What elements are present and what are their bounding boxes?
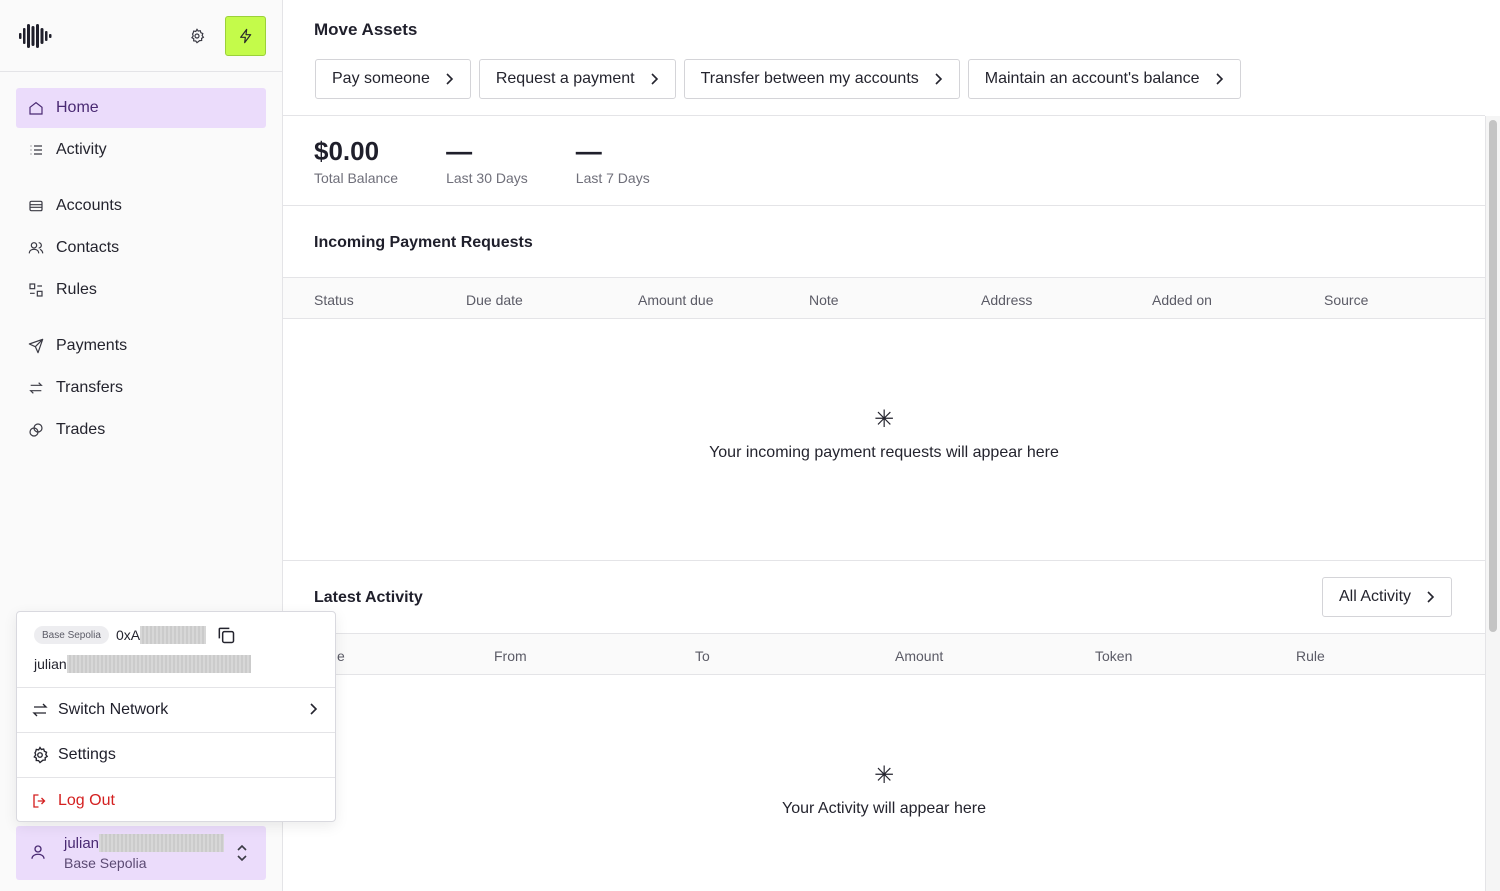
divider (283, 115, 1485, 116)
sidebar-item-accounts[interactable]: Accounts (16, 186, 266, 226)
latest-activity-title: Latest Activity (314, 589, 423, 606)
chevron-up-down-icon (237, 844, 247, 862)
incoming-empty-state: ✳ Your incoming payment requests will ap… (283, 408, 1485, 462)
column-header[interactable]: Due date (466, 292, 523, 308)
logout-item[interactable]: Log Out (17, 778, 335, 823)
redacted-block (66, 655, 251, 673)
scrollbar-thumb[interactable] (1489, 120, 1497, 632)
app-logo-icon[interactable] (18, 24, 54, 48)
column-header[interactable]: Amount due (638, 292, 714, 308)
home-icon (28, 100, 44, 116)
chevron-right-icon (651, 73, 658, 85)
sidebar-item-label: Rules (56, 281, 97, 298)
move-assets-title: Move Assets (314, 20, 418, 39)
network-badge: Base Sepolia (34, 626, 109, 644)
rules-icon (28, 282, 44, 298)
redacted-block (99, 834, 225, 852)
account-name: julian (64, 834, 225, 852)
user-icon (31, 845, 45, 859)
wallet-icon (28, 198, 44, 214)
chevron-right-icon (310, 703, 318, 715)
main-content: Move Assets Pay someone Request a paymen… (283, 0, 1500, 891)
users-icon (28, 240, 44, 256)
column-header[interactable]: Address (981, 292, 1032, 308)
column-header[interactable]: Rule (1296, 648, 1325, 664)
stat-last-30-days: — Last 30 Days (446, 136, 528, 186)
account-username: julian (34, 655, 251, 673)
sidebar-item-rules[interactable]: Rules (16, 270, 266, 310)
sidebar-nav: Home Activity Accounts Contacts Rules Pa… (16, 88, 266, 452)
gear-icon (191, 28, 205, 44)
column-header[interactable]: Token (1095, 648, 1132, 664)
settings-gear-button[interactable] (184, 24, 210, 48)
sidebar-item-home[interactable]: Home (16, 88, 266, 128)
lightning-icon (239, 28, 251, 44)
sparkle-icon: ✳ (873, 406, 895, 433)
request-payment-button[interactable]: Request a payment (478, 59, 676, 99)
swap-icon (31, 701, 49, 719)
activity-empty-state: ✳ Your Activity will appear here (283, 764, 1485, 818)
column-header[interactable]: Added on (1152, 292, 1212, 308)
incoming-requests-title: Incoming Payment Requests (314, 234, 533, 251)
divider (283, 560, 1485, 561)
account-switcher[interactable]: julian Base Sepolia (16, 826, 266, 880)
chevron-right-icon (935, 73, 942, 85)
sidebar-item-transfers[interactable]: Transfers (16, 368, 266, 408)
stat-last-7-days: — Last 7 Days (575, 136, 650, 186)
switch-network-item[interactable]: Switch Network (17, 688, 335, 733)
incoming-table-header: Status Due date Amount due Note Address … (283, 277, 1485, 319)
list-icon (28, 142, 44, 158)
column-header[interactable]: From (494, 648, 527, 664)
swap-icon (28, 380, 44, 396)
settings-item[interactable]: Settings (17, 733, 335, 778)
transfer-accounts-button[interactable]: Transfer between my accounts (683, 59, 960, 99)
column-header[interactable]: e (337, 648, 345, 664)
wallet-address: 0xA (116, 626, 207, 644)
account-menu: Base Sepolia 0xA julian Switch Network S… (16, 611, 336, 822)
balance-stats: $0.00 Total Balance — Last 30 Days — Las… (314, 136, 698, 186)
gear-icon (31, 746, 49, 764)
column-header[interactable]: Note (809, 292, 839, 308)
quick-action-button[interactable] (225, 16, 266, 56)
pay-someone-button[interactable]: Pay someone (315, 59, 471, 99)
copy-icon[interactable] (216, 625, 236, 645)
maintain-balance-button[interactable]: Maintain an account's balance (967, 59, 1241, 99)
account-menu-header: Base Sepolia 0xA julian (17, 612, 335, 688)
sidebar-item-label: Accounts (56, 197, 122, 214)
sidebar-item-label: Trades (56, 421, 106, 438)
column-header[interactable]: Amount (895, 648, 943, 664)
activity-table-header: e From To Amount Token Rule (283, 633, 1485, 675)
move-assets-actions: Pay someone Request a payment Transfer b… (315, 59, 1241, 99)
column-header[interactable]: Source (1324, 292, 1368, 308)
sidebar-item-label: Home (56, 99, 99, 116)
chevron-right-icon (446, 73, 453, 85)
account-network: Base Sepolia (64, 855, 147, 871)
all-activity-button[interactable]: All Activity (1322, 577, 1453, 617)
trade-icon (28, 422, 44, 438)
stat-total-balance: $0.00 Total Balance (314, 136, 399, 186)
logout-icon (31, 792, 49, 810)
divider (283, 205, 1485, 206)
redacted-block (140, 626, 207, 644)
sidebar-item-contacts[interactable]: Contacts (16, 228, 266, 268)
sidebar-item-trades[interactable]: Trades (16, 410, 266, 450)
sidebar-header (0, 0, 282, 72)
sparkle-icon: ✳ (873, 762, 895, 789)
sidebar-item-label: Contacts (56, 239, 120, 256)
scrollbar[interactable] (1485, 116, 1500, 891)
chevron-right-icon (1427, 591, 1435, 603)
sidebar-item-label: Payments (56, 337, 128, 354)
column-header[interactable]: To (695, 648, 710, 664)
sidebar-item-label: Transfers (56, 379, 123, 396)
sidebar-item-activity[interactable]: Activity (16, 130, 266, 170)
sidebar-item-payments[interactable]: Payments (16, 326, 266, 366)
chevron-right-icon (1215, 73, 1223, 85)
sidebar-item-label: Activity (56, 141, 107, 158)
column-header[interactable]: Status (314, 292, 354, 308)
send-icon (28, 338, 44, 354)
